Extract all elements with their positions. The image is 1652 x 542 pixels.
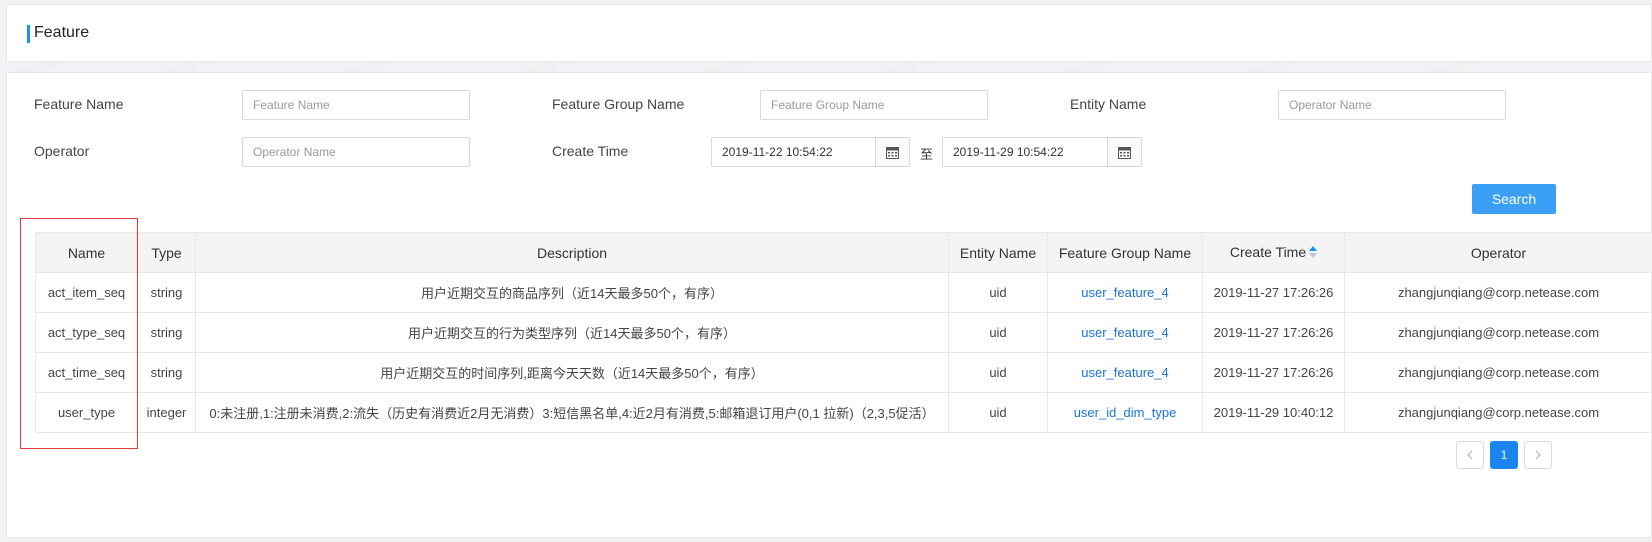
table-header-row: Name Type Description Entity Name Featur… — [35, 232, 1652, 273]
cell-operator: zhangjunqiang@corp.netease.com — [1344, 352, 1652, 393]
cell-entity: uid — [948, 392, 1048, 433]
cell-entity: uid — [948, 312, 1048, 353]
cell-group-link[interactable]: user_feature_4 — [1047, 352, 1203, 393]
cell-type: integer — [137, 392, 196, 433]
chevron-right-icon — [1535, 450, 1541, 460]
page-title: Feature — [34, 24, 90, 41]
table-row: act_type_seq string 用户近期交互的行为类型序列（近14天最多… — [35, 312, 1652, 353]
cell-name: act_item_seq — [35, 272, 138, 313]
calendar-icon[interactable] — [875, 138, 909, 166]
cell-operator: zhangjunqiang@corp.netease.com — [1344, 392, 1652, 433]
cell-create-time: 2019-11-27 17:26:26 — [1202, 312, 1345, 353]
cell-description: 0:未注册,1:注册未消费,2:流失（历史有消费近2月无消费）3:短信黑名单,4… — [195, 392, 949, 433]
column-header-feature-group-name[interactable]: Feature Group Name — [1047, 232, 1203, 273]
cell-type: string — [137, 352, 196, 393]
table-row: act_time_seq string 用户近期交互的时间序列,距离今天天数（近… — [35, 352, 1652, 393]
end-date-value[interactable]: 2019-11-29 10:54:22 — [943, 138, 1107, 166]
pagination-prev-button[interactable] — [1456, 441, 1484, 469]
column-header-operator[interactable]: Operator — [1344, 232, 1652, 273]
operator-label: Operator — [34, 143, 90, 159]
cell-create-time: 2019-11-27 17:26:26 — [1202, 352, 1345, 393]
cell-create-time: 2019-11-27 17:26:26 — [1202, 272, 1345, 313]
chevron-left-icon — [1467, 450, 1473, 460]
title-accent-bar — [27, 25, 30, 43]
end-date-picker[interactable]: 2019-11-29 10:54:22 — [942, 137, 1142, 167]
cell-name: user_type — [35, 392, 138, 433]
calendar-icon[interactable] — [1107, 138, 1141, 166]
cell-name: act_time_seq — [35, 352, 138, 393]
header-card: Feature — [6, 4, 1652, 62]
operator-input[interactable] — [242, 137, 470, 167]
entity-name-input[interactable] — [1278, 90, 1506, 120]
cell-group-link[interactable]: user_id_dim_type — [1047, 392, 1203, 433]
create-time-label: Create Time — [552, 143, 629, 159]
start-date-value[interactable]: 2019-11-22 10:54:22 — [712, 138, 875, 166]
cell-group-link[interactable]: user_feature_4 — [1047, 272, 1203, 313]
cell-type: string — [137, 312, 196, 353]
column-header-type[interactable]: Type — [137, 232, 196, 273]
cell-operator: zhangjunqiang@corp.netease.com — [1344, 312, 1652, 353]
feature-name-label: Feature Name — [34, 96, 124, 112]
column-header-entity-name[interactable]: Entity Name — [948, 232, 1048, 273]
table-row: user_type integer 0:未注册,1:注册未消费,2:流失（历史有… — [35, 392, 1652, 433]
cell-description: 用户近期交互的商品序列（近14天最多50个，有序） — [195, 272, 949, 313]
search-button[interactable]: Search — [1472, 184, 1556, 214]
entity-name-label: Entity Name — [1070, 96, 1147, 112]
table-row: act_item_seq string 用户近期交互的商品序列（近14天最多50… — [35, 272, 1652, 313]
feature-group-name-input[interactable] — [760, 90, 988, 120]
cell-description: 用户近期交互的时间序列,距离今天天数（近14天最多50个，有序） — [195, 352, 949, 393]
feature-table: Name Type Description Entity Name Featur… — [35, 232, 1652, 433]
date-range-separator: 至 — [920, 147, 934, 162]
pagination-page-1[interactable]: 1 — [1490, 441, 1518, 469]
cell-name: act_type_seq — [35, 312, 138, 353]
start-date-picker[interactable]: 2019-11-22 10:54:22 — [711, 137, 910, 167]
pagination-next-button[interactable] — [1524, 441, 1552, 469]
page: zhangjunqiang zhangjunqiang zhangjunqiang z… — [0, 0, 1652, 542]
cell-description: 用户近期交互的行为类型序列（近14天最多50个，有序） — [195, 312, 949, 353]
column-header-name[interactable]: Name — [35, 232, 138, 273]
cell-entity: uid — [948, 352, 1048, 393]
sort-icon[interactable] — [1309, 245, 1318, 261]
feature-group-name-label: Feature Group Name — [552, 96, 685, 112]
cell-create-time: 2019-11-29 10:40:12 — [1202, 392, 1345, 433]
column-header-create-time-label: Create Time — [1229, 243, 1307, 260]
column-header-description[interactable]: Description — [195, 232, 949, 273]
column-header-create-time[interactable]: Create Time — [1202, 232, 1345, 273]
cell-type: string — [137, 272, 196, 313]
cell-entity: uid — [948, 272, 1048, 313]
feature-name-input[interactable] — [242, 90, 470, 120]
cell-group-link[interactable]: user_feature_4 — [1047, 312, 1203, 353]
cell-operator: zhangjunqiang@corp.netease.com — [1344, 272, 1652, 313]
